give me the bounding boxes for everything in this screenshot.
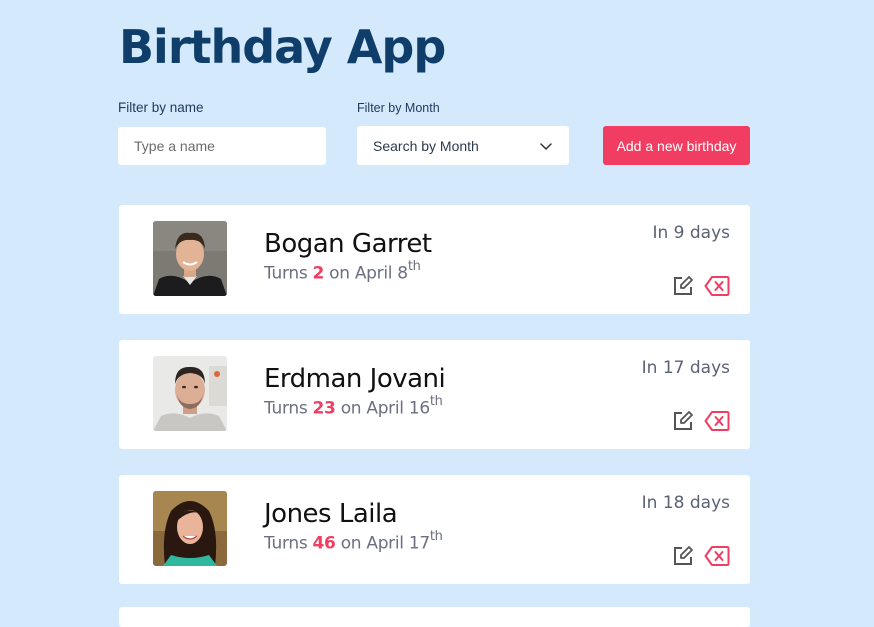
name-filter-input[interactable] [118,127,326,165]
birthday-card-partial [119,607,750,627]
person-name: Erdman Jovani [264,364,446,394]
edit-icon[interactable] [672,545,694,567]
birthday-date: on April 17 [340,533,430,554]
birthday-details: Turns 23 on April 16th [264,394,443,419]
avatar [153,221,227,296]
turns-label: Turns [264,398,308,419]
delete-icon[interactable] [704,410,730,432]
birthday-card: Jones Laila Turns 46 on April 17th In 18… [119,475,750,584]
date-suffix: th [429,529,443,544]
edit-icon[interactable] [672,275,694,297]
birthday-details: Turns 2 on April 8th [264,259,421,284]
days-until: In 9 days [652,223,730,243]
filter-month-label: Filter by Month [357,101,440,115]
month-filter-select[interactable]: Search by Month [357,126,569,165]
chevron-down-icon [540,142,552,150]
delete-icon[interactable] [704,545,730,567]
page-title: Birthday App [119,20,446,74]
month-select-value: Search by Month [373,137,479,154]
date-suffix: th [407,259,421,274]
person-name: Bogan Garret [264,229,432,259]
avatar [153,356,227,431]
age-value: 46 [312,533,336,554]
filter-name-label: Filter by name [118,100,204,115]
birthday-date: on April 8 [329,263,408,284]
add-birthday-button[interactable]: Add a new birthday [603,126,750,165]
turns-label: Turns [264,533,308,554]
delete-icon[interactable] [704,275,730,297]
birthday-date: on April 16 [340,398,430,419]
edit-icon[interactable] [672,410,694,432]
birthday-details: Turns 46 on April 17th [264,529,443,554]
turns-label: Turns [264,263,308,284]
avatar [153,491,227,566]
days-until: In 17 days [641,358,730,378]
date-suffix: th [429,394,443,409]
days-until: In 18 days [641,493,730,513]
birthday-card: Erdman Jovani Turns 23 on April 16th In … [119,340,750,449]
person-name: Jones Laila [264,499,398,529]
age-value: 2 [312,263,325,284]
age-value: 23 [312,398,336,419]
birthday-card: Bogan Garret Turns 2 on April 8th In 9 d… [119,205,750,314]
